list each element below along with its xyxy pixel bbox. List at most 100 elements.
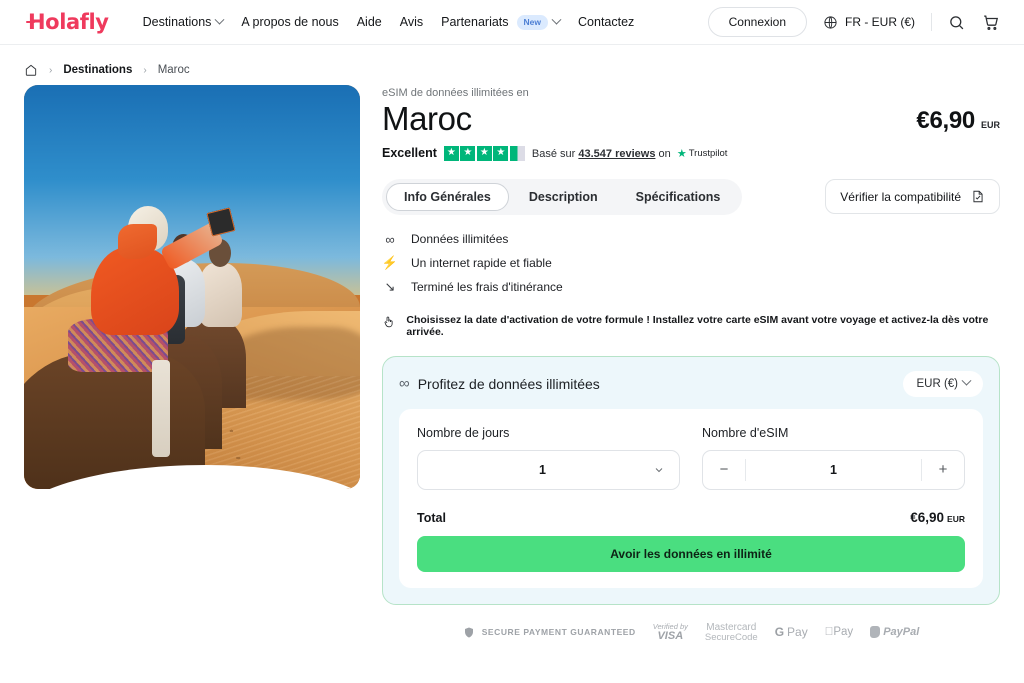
hero-image-container — [24, 85, 360, 489]
tab-specifications[interactable]: Spécifications — [618, 183, 739, 211]
nav-label: Aide — [356, 15, 382, 29]
google-g-icon: G — [774, 625, 785, 640]
days-value: 1 — [539, 462, 546, 477]
days-label: Nombre de jours — [417, 425, 510, 440]
rider-near-head — [118, 206, 169, 260]
globe-icon — [824, 15, 837, 29]
trustpilot-logo: ★ Trustpilot — [677, 147, 728, 160]
rider-far-body — [198, 262, 243, 328]
nav-label: Contactez — [578, 15, 635, 29]
breadcrumb-separator: › — [49, 64, 53, 76]
google-pay-label: Pay — [787, 625, 808, 640]
purchase-card-header: ∞ Profitez de données illimitées EUR (€) — [399, 370, 983, 397]
infinity-icon: ∞ — [385, 231, 395, 247]
feature-item: ↘ Terminé les frais d'itinérance — [382, 279, 1000, 295]
chevron-down-icon — [214, 14, 225, 25]
rating-on-label: on — [658, 147, 671, 160]
buy-unlimited-data-button[interactable]: Avoir les données en illimité — [417, 535, 965, 572]
tab-description[interactable]: Description — [511, 183, 616, 211]
lightning-icon: ⚡ — [381, 254, 399, 270]
paypal-label: PayPal — [878, 626, 919, 639]
purchase-card-body: Nombre de jours 1 Nombre d'eSIM − 1 + To… — [399, 408, 983, 588]
esim-label: Nombre d'eSIM — [702, 425, 789, 440]
locale-selector[interactable]: FR - EUR (€) — [823, 15, 915, 30]
cart-icon — [984, 15, 999, 30]
breadcrumb: › Destinations › Maroc — [0, 45, 1024, 81]
activation-notice: Choisissez la date d'activation de votre… — [382, 314, 1000, 338]
rating-summary: Basé sur 43.547 reviews on ★ Trustpilot — [532, 147, 728, 160]
feature-label: Terminé les frais d'itinérance — [411, 279, 563, 294]
nav-item-destinations[interactable]: Destinations — [143, 14, 225, 29]
esim-quantity-value: 1 — [830, 462, 837, 477]
trustpilot-rating[interactable]: Excellent ★ ★ ★ ★ Basé sur 43.547 review… — [382, 145, 1000, 161]
activation-notice-text: Choisissez la date d'activation de votre… — [406, 313, 989, 338]
currency-selector[interactable]: EUR (€) — [903, 370, 983, 397]
breadcrumb-current: Maroc — [157, 64, 190, 76]
purchase-card-title-group: ∞ Profitez de données illimitées — [399, 375, 600, 392]
login-button[interactable]: Connexion — [707, 7, 807, 37]
feature-label: Un internet rapide et fiable — [411, 255, 552, 270]
product-details-column: eSIM de données illimitées en Maroc €6,9… — [382, 85, 1000, 643]
days-field: Nombre de jours 1 — [417, 426, 680, 490]
rating-prefix: Basé sur — [531, 147, 576, 160]
secure-payment-badge: SECURE PAYMENT GUARANTEED — [463, 626, 636, 639]
nav-item-partnerships[interactable]: Partenariats New — [441, 14, 562, 30]
esim-increment-button[interactable]: + — [922, 451, 964, 489]
trustpilot-brand: Trustpilot — [688, 147, 728, 159]
nav-item-help[interactable]: Aide — [357, 15, 382, 29]
home-icon[interactable] — [24, 63, 38, 77]
new-badge: New — [516, 14, 549, 30]
chevron-down-icon — [961, 375, 972, 386]
tabs-row: Info Générales Description Spécification… — [382, 178, 1000, 215]
price-block: €6,90 EUR — [916, 107, 1000, 137]
securecode-label: SecureCode — [704, 631, 758, 643]
cart-button[interactable] — [981, 13, 1000, 32]
mastercard-badge: Mastercard SecureCode — [705, 622, 758, 643]
check-compatibility-button[interactable]: Vérifier la compatibilité — [825, 179, 1000, 215]
esim-decrement-button[interactable]: − — [703, 451, 745, 489]
hero-image — [24, 85, 360, 489]
total-label: Total — [417, 510, 446, 525]
total-currency: EUR — [947, 513, 965, 524]
tab-info-generales[interactable]: Info Générales — [386, 182, 509, 211]
days-select[interactable]: 1 — [417, 449, 680, 490]
currency-selector-label: EUR (€) — [916, 377, 958, 390]
nav-item-reviews[interactable]: Avis — [400, 15, 423, 29]
search-icon — [950, 15, 964, 29]
device-check-icon — [973, 190, 983, 203]
product-eyebrow: eSIM de données illimitées en — [382, 87, 529, 99]
google-pay-badge: G Pay — [775, 625, 808, 639]
main-content: eSIM de données illimitées en Maroc €6,9… — [0, 81, 1024, 643]
search-button[interactable] — [948, 14, 965, 31]
chevron-down-icon — [551, 14, 562, 25]
breadcrumb-link-destinations[interactable]: Destinations — [63, 64, 132, 76]
product-price: €6,90 — [916, 106, 975, 134]
holafly-logo[interactable]: Holafly — [26, 10, 109, 34]
visa-badge: Verified by VISA — [653, 623, 688, 642]
star-icon: ★ — [476, 145, 492, 161]
apple-pay-badge: Pay — [825, 626, 853, 638]
nav-label: A propos de nous — [241, 15, 339, 29]
shield-check-icon — [464, 627, 473, 638]
nav-label: Partenariats — [441, 15, 509, 29]
rating-word: Excellent — [382, 146, 437, 161]
nav-item-contact[interactable]: Contactez — [578, 15, 634, 29]
star-icon: ★ — [443, 145, 459, 161]
locale-label: FR - EUR (€) — [845, 15, 915, 29]
purchase-card: ∞ Profitez de données illimitées EUR (€)… — [382, 355, 1000, 605]
total-value: €6,90 — [910, 509, 945, 525]
check-compatibility-label: Vérifier la compatibilité — [840, 189, 961, 204]
tap-hand-icon — [384, 316, 393, 327]
star-icon: ★ — [460, 145, 476, 161]
primary-nav-links: Destinations A propos de nous Aide Avis … — [143, 14, 634, 30]
secure-payment-label: SECURE PAYMENT GUARANTEED — [481, 627, 636, 638]
page-title: Maroc — [382, 100, 472, 137]
total-row: Total €6,90 EUR — [417, 510, 965, 525]
rating-reviews-count[interactable]: 43.547 reviews — [578, 148, 655, 160]
feature-item: ∞ Données illimitées — [382, 232, 1000, 247]
nav-item-about[interactable]: A propos de nous — [241, 15, 338, 29]
title-price-row: Maroc €6,90 EUR — [382, 100, 1000, 137]
trustpilot-star-icon: ★ — [676, 147, 687, 160]
apple-pay-label: Pay — [829, 626, 853, 639]
feature-label: Données illimitées — [411, 232, 509, 247]
